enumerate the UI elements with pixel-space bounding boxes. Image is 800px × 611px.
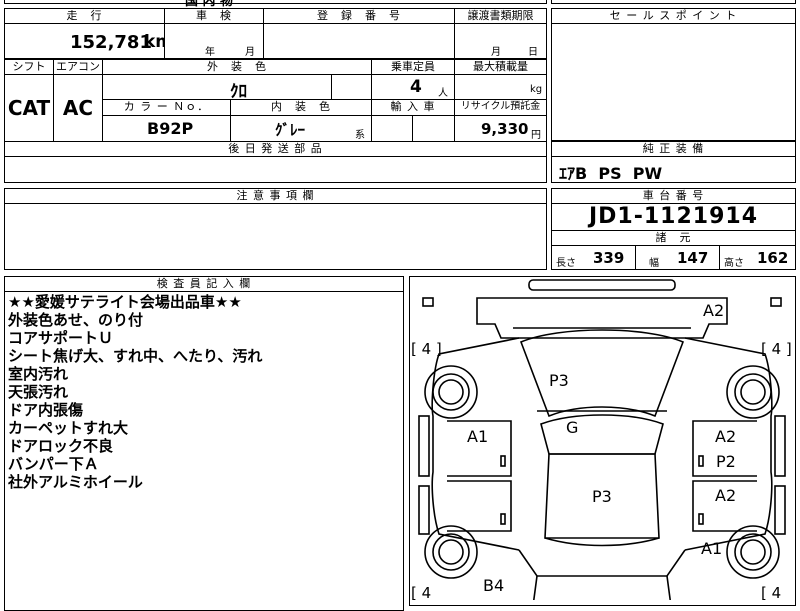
registration-header: 登 録 番 号 xyxy=(263,8,455,24)
inspector-header: 検 査 員 記 入 欄 xyxy=(4,276,404,292)
note-line: バンパー下Ａ xyxy=(8,455,99,473)
shift-value: CAT xyxy=(7,96,51,120)
mark-right-front-door-a: A2 xyxy=(715,427,736,446)
note-line: 室内汚れ xyxy=(8,365,69,383)
aircon-header: エアコン xyxy=(53,59,103,75)
note-line: シート焦げ大、すれ中、へたり、汚れ xyxy=(8,347,263,365)
import-cell-left xyxy=(371,115,413,142)
mileage-header: 走 行 xyxy=(4,8,165,24)
car-diagram: A2 P3 G A1 A2 P2 P3 A2 A1 B4 [ 4 ] [ 4 ]… xyxy=(411,279,792,600)
interior-color-header: 内 装 色 xyxy=(230,99,372,116)
mark-right-front-door-p: P2 xyxy=(716,452,736,471)
sales-point-header: セ ー ル ス ポ イ ン ト xyxy=(551,8,796,24)
recycle-header: リサイクル預託金 xyxy=(454,99,547,116)
import-header: 輸 入 車 xyxy=(371,99,455,116)
mileage-value: 152,781 xyxy=(70,32,152,53)
note-line: ドアロック不良 xyxy=(8,437,114,455)
capacity-header: 乗車定員 xyxy=(371,59,455,75)
specs-length-label: 長さ xyxy=(556,258,576,269)
color-no-header: カ ラ ー Ｎｏ． xyxy=(102,99,231,116)
inspection-header: 車 検 xyxy=(164,8,264,24)
mark-front-right: A2 xyxy=(703,301,724,320)
note-line: ドア内張傷 xyxy=(8,401,84,419)
inspection-month-unit: 月 xyxy=(245,47,255,58)
capacity-value: 4 xyxy=(410,77,422,97)
specs-length-value: 339 xyxy=(593,249,625,267)
mark-roof: P3 xyxy=(592,487,612,506)
sales-point-body xyxy=(551,23,796,141)
transfer-month-unit: 月 xyxy=(491,47,501,58)
specs-header: 諸 元 xyxy=(551,230,796,246)
tire-right-top: [ 4 ] xyxy=(761,340,792,358)
genuine-equipment-value: ｴｱB PS PW xyxy=(559,164,663,183)
recycle-value: 9,330 xyxy=(481,120,529,138)
mark-windshield: G xyxy=(566,418,578,437)
note-line: ★★愛媛サテライト会場出品車★★ xyxy=(8,293,242,311)
specs-width-label: 幅 xyxy=(649,258,659,269)
cautions-header: 注 意 事 項 欄 xyxy=(4,188,547,204)
specs-width-value: 147 xyxy=(677,249,709,267)
chassis-header: 車 台 番 号 xyxy=(551,188,796,204)
note-line: 外装色あせ、のり付 xyxy=(8,311,144,329)
import-cell-right xyxy=(412,115,455,142)
exterior-color-cell xyxy=(102,74,332,100)
note-line: カーペットすれ大 xyxy=(8,419,129,437)
transfer-day-unit: 日 xyxy=(528,47,538,58)
cautions-body xyxy=(4,203,547,270)
max-load-header: 最大積載量 xyxy=(454,59,547,75)
color-no-value: B92P xyxy=(147,119,194,138)
specs-height-value: 162 xyxy=(757,249,789,267)
shift-header: シフト xyxy=(4,59,54,75)
specs-height-label: 高さ xyxy=(724,258,744,269)
transfer-deadline-header: 譲渡書類期限 xyxy=(454,8,547,24)
genuine-equipment-header: 純 正 装 備 xyxy=(551,141,796,157)
tire-left-bottom: [ 4 xyxy=(411,584,431,600)
later-parts-body xyxy=(4,156,547,183)
note-line: コアサポートＵ xyxy=(8,329,114,347)
mark-right-rear-door: A2 xyxy=(715,486,736,505)
interior-color-suffix: 系 xyxy=(355,130,365,141)
exterior-color-header: 外 装 色 xyxy=(102,59,372,75)
tire-left-top: [ 4 ] xyxy=(411,340,442,358)
exterior-color-extra xyxy=(331,74,372,100)
max-load-unit: kg xyxy=(530,84,543,95)
chassis-value: JD1-1121914 xyxy=(588,204,759,229)
capacity-unit: 人 xyxy=(438,88,448,99)
top-cut-right xyxy=(551,0,796,4)
mark-hood: P3 xyxy=(549,371,569,390)
later-parts-header: 後 日 発 送 部 品 xyxy=(4,141,547,157)
note-line: 天張汚れ xyxy=(8,383,69,401)
mark-right-rear: A1 xyxy=(701,539,722,558)
aircon-value: AC xyxy=(62,96,94,120)
mark-left-front-door: A1 xyxy=(467,427,488,446)
inspector-notes: ★★愛媛サテライト会場出品車★★ 外装色あせ、のり付 コアサポートＵ シート焦げ… xyxy=(8,293,262,491)
mark-rear-left: B4 xyxy=(483,576,504,595)
top-cut-strip xyxy=(4,0,547,4)
tire-right-bottom: [ 4 xyxy=(761,584,781,600)
registration-cell xyxy=(263,23,455,59)
interior-color-value: ｸﾞﾚｰ xyxy=(275,121,306,139)
inspection-year-unit: 年 xyxy=(205,47,215,58)
note-line: 社外アルミホイール xyxy=(8,473,143,491)
recycle-unit: 円 xyxy=(531,130,541,141)
